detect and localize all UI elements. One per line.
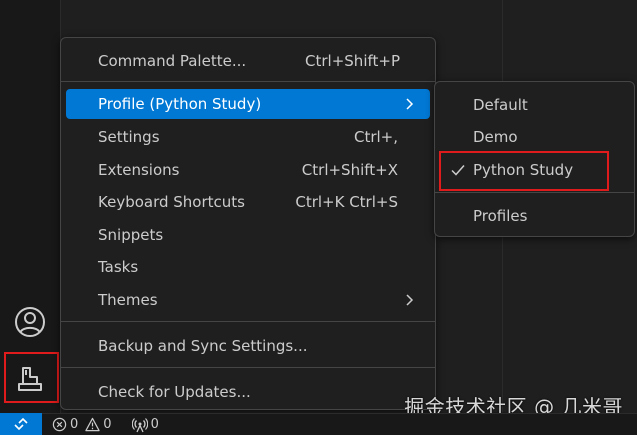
submenu-separator — [435, 192, 634, 193]
submenu-item-demo[interactable]: Demo — [440, 122, 629, 152]
menu-item-label: Backup and Sync Settings... — [98, 337, 308, 355]
menu-item-label: Snippets — [98, 226, 164, 244]
menu-item-snippets[interactable]: Snippets — [66, 220, 430, 250]
menu-item-label: Tasks — [98, 258, 139, 276]
menu-item-backup-sync[interactable]: Backup and Sync Settings... — [66, 331, 430, 361]
status-bar: 0 0 0 — [0, 413, 637, 435]
menu-item-label: Keyboard Shortcuts — [98, 193, 245, 211]
menu-item-themes[interactable]: Themes — [66, 285, 430, 315]
submenu-item-label: Default — [473, 96, 528, 114]
submenu-item-default[interactable]: Default — [440, 90, 629, 120]
menu-item-extensions[interactable]: Extensions Ctrl+Shift+X — [66, 155, 430, 185]
menu-separator — [61, 81, 435, 82]
menu-item-shortcut: Ctrl+K Ctrl+S — [295, 193, 398, 211]
ports-count: 0 — [150, 417, 159, 432]
menu-item-label: Extensions — [98, 161, 180, 179]
chevron-right-icon — [406, 294, 414, 306]
submenu-item-profiles[interactable]: Profiles — [440, 201, 629, 231]
menu-separator — [61, 321, 435, 322]
submenu-item-label: Profiles — [473, 207, 528, 225]
menu-separator — [61, 367, 435, 368]
menu-item-label: Command Palette... — [98, 52, 247, 70]
ports-icon — [131, 417, 148, 432]
menu-item-command-palette[interactable]: Command Palette... Ctrl+Shift+P — [66, 46, 430, 76]
menu-item-profile[interactable]: Profile (Python Study) — [66, 89, 430, 119]
chevron-right-icon — [406, 98, 414, 110]
menu-item-keyboard-shortcuts[interactable]: Keyboard Shortcuts Ctrl+K Ctrl+S — [66, 187, 430, 217]
vscode-window: Command Palette... Ctrl+Shift+P Profile … — [0, 0, 637, 435]
menu-item-shortcut: Ctrl+Shift+X — [301, 161, 398, 179]
menu-item-check-updates[interactable]: Check for Updates... — [66, 377, 430, 407]
python-study-highlight-box — [439, 151, 609, 191]
menu-item-label: Settings — [98, 128, 160, 146]
warning-count: 0 — [103, 417, 112, 432]
menu-item-label: Themes — [98, 291, 158, 309]
menu-item-label: Profile (Python Study) — [98, 95, 262, 113]
manage-highlight-box — [4, 352, 59, 403]
submenu-item-label: Demo — [473, 128, 518, 146]
account-icon[interactable] — [11, 303, 49, 341]
remote-icon — [14, 417, 28, 431]
error-count: 0 — [70, 417, 79, 432]
warning-icon — [85, 417, 100, 432]
manage-menu: Command Palette... Ctrl+Shift+P Profile … — [60, 37, 436, 410]
menu-item-shortcut: Ctrl+Shift+P — [305, 52, 400, 70]
menu-item-shortcut: Ctrl+, — [353, 128, 398, 146]
menu-item-settings[interactable]: Settings Ctrl+, — [66, 122, 430, 152]
problems-indicator[interactable]: 0 0 — [52, 417, 112, 432]
menu-item-label: Check for Updates... — [98, 383, 251, 401]
ports-indicator[interactable]: 0 — [131, 417, 159, 433]
remote-indicator[interactable] — [0, 413, 42, 435]
error-icon — [52, 417, 67, 432]
menu-item-tasks[interactable]: Tasks — [66, 252, 430, 282]
